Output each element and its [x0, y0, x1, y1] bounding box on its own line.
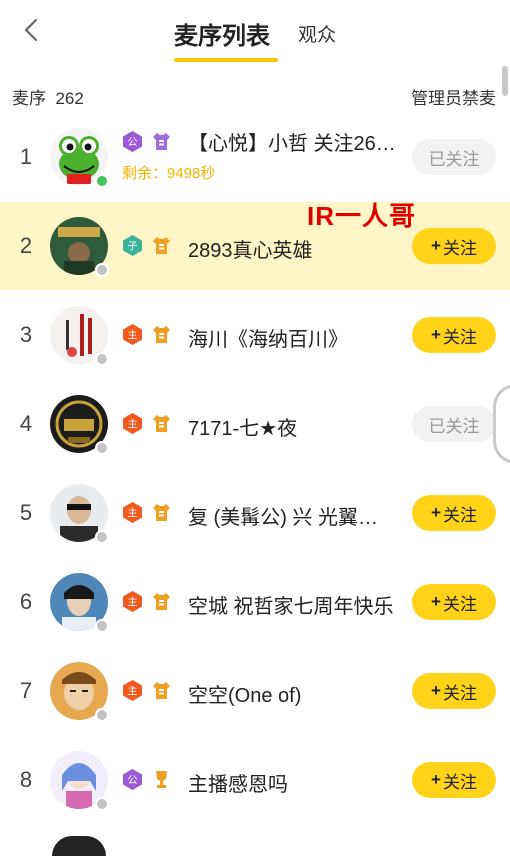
- follow-label: 关注: [442, 683, 477, 703]
- admin-mute-link[interactable]: 管理员禁麦: [411, 84, 496, 109]
- list-item[interactable]: 8 公 主播感恩吗 + 关注: [0, 736, 510, 824]
- list-item[interactable]: 3 主 海川《海纳百川》 + 关注: [0, 291, 510, 379]
- public-badge-icon: 公: [123, 131, 142, 152]
- gold-shirt-icon: [153, 326, 170, 343]
- rank-number: 5: [19, 500, 33, 525]
- status-dot: [95, 797, 109, 811]
- svg-text:主: 主: [128, 419, 138, 431]
- list-item[interactable]: 6 主 空城 祝哲家七周年快乐 + 关注: [0, 558, 510, 646]
- role-badge-icon: 子: [123, 235, 142, 256]
- list-item[interactable]: 2 子 2893真心英雄 + 关注: [0, 202, 510, 290]
- gold-shirt-icon: [153, 237, 170, 254]
- partial-avatar: [52, 836, 106, 856]
- badge-group: 主: [122, 502, 172, 523]
- top-bar: 麦序列表 观众: [0, 0, 510, 64]
- host-badge-icon: 主: [123, 502, 142, 523]
- svg-text:主: 主: [128, 330, 138, 342]
- side-pull-handle[interactable]: [493, 384, 510, 464]
- svg-text:公: 公: [128, 138, 138, 149]
- follow-label: 关注: [442, 505, 477, 525]
- list-item[interactable]: 7 主 空空(One of) + 关注: [0, 647, 510, 735]
- badge-group: 公: [122, 131, 172, 152]
- public-badge-icon: 公: [123, 769, 142, 790]
- follow-button[interactable]: + 关注: [412, 228, 496, 264]
- tab-queue-list[interactable]: 麦序列表: [174, 16, 270, 51]
- list-item[interactable]: 1 公 【心悦】小哲 关注26… 剩余：9498秒 已关注: [0, 113, 510, 201]
- plus-icon: +: [431, 770, 441, 789]
- user-name: 主播感恩吗: [188, 774, 288, 796]
- queue-label: 麦序: [12, 89, 46, 108]
- svg-text:主: 主: [128, 508, 138, 520]
- online-status-dot: [95, 174, 109, 188]
- host-badge-icon: 主: [123, 324, 142, 345]
- rank-number: 7: [19, 678, 33, 703]
- user-name: 7171-七★夜: [188, 418, 298, 440]
- badge-group: 主: [122, 324, 172, 345]
- list-item[interactable]: 4 主 7171-七★夜 已关注: [0, 380, 510, 468]
- rank-number: 4: [19, 411, 33, 436]
- plus-icon: +: [431, 236, 441, 255]
- gold-shirt-icon: [153, 682, 170, 699]
- badge-group: 主: [122, 680, 172, 701]
- remaining-time: 剩余：9498秒: [122, 165, 216, 182]
- queue-number: 262: [55, 89, 84, 108]
- follow-button[interactable]: + 关注: [412, 317, 496, 353]
- host-badge-icon: 主: [123, 591, 142, 612]
- gold-shirt-icon: [153, 504, 170, 521]
- follow-label: 关注: [442, 238, 477, 258]
- plus-icon: +: [431, 325, 441, 344]
- badge-group: 主: [122, 413, 172, 434]
- followed-button[interactable]: 已关注: [412, 139, 496, 175]
- rank-number: 6: [19, 589, 33, 614]
- host-badge-icon: 主: [123, 680, 142, 701]
- follow-label: 关注: [442, 594, 477, 614]
- queue-summary-bar: 麦序 262 管理员禁麦: [0, 78, 510, 108]
- status-dot: [95, 708, 109, 722]
- svg-text:公: 公: [128, 776, 138, 787]
- user-name: 复 (美髯公) 兴 光翼…: [188, 507, 378, 529]
- rank-number: 3: [19, 322, 33, 347]
- gold-shirt-icon: [153, 593, 170, 610]
- user-name: 2893真心英雄: [188, 240, 313, 262]
- followed-button[interactable]: 已关注: [412, 406, 496, 442]
- list-item[interactable]: 5 主 复 (美髯公) 兴 光翼… + 关注: [0, 469, 510, 557]
- rank-number: 1: [19, 144, 33, 169]
- status-dot: [95, 619, 109, 633]
- svg-text:主: 主: [128, 597, 138, 609]
- host-badge-icon: 主: [123, 413, 142, 434]
- status-dot: [95, 263, 109, 277]
- svg-text:主: 主: [128, 686, 138, 698]
- back-arrow-icon[interactable]: [18, 16, 46, 44]
- active-tab-indicator: [174, 58, 278, 62]
- user-name: 空城 祝哲家七周年快乐: [188, 596, 394, 618]
- user-name: 海川《海纳百川》: [188, 329, 348, 351]
- plus-icon: +: [431, 503, 441, 522]
- follow-label: 关注: [442, 327, 477, 347]
- purple-shirt-icon: [153, 133, 170, 150]
- plus-icon: +: [431, 681, 441, 700]
- status-dot: [95, 352, 109, 366]
- badge-group: 子: [122, 235, 172, 256]
- gold-shirt-icon: [153, 415, 170, 432]
- tab-audience[interactable]: 观众: [298, 20, 336, 47]
- follow-label: 关注: [442, 772, 477, 792]
- follow-button[interactable]: + 关注: [412, 762, 496, 798]
- rank-number: 2: [19, 233, 33, 258]
- user-name: 【心悦】小哲 关注26…: [188, 133, 396, 155]
- follow-button[interactable]: + 关注: [412, 495, 496, 531]
- follow-button[interactable]: + 关注: [412, 673, 496, 709]
- overlay-watermark-text: IR一人哥: [307, 201, 417, 231]
- badge-group: 公: [122, 769, 172, 790]
- user-name: 空空(One of): [188, 685, 302, 707]
- follow-button[interactable]: + 关注: [412, 584, 496, 620]
- status-dot: [95, 530, 109, 544]
- svg-text:子: 子: [128, 241, 138, 253]
- plus-icon: +: [431, 592, 441, 611]
- badge-group: 主: [122, 591, 172, 612]
- rank-number: 8: [19, 767, 33, 792]
- gold-trophy-icon: [156, 771, 167, 788]
- queue-count: 麦序 262: [12, 84, 84, 109]
- status-dot: [95, 441, 109, 455]
